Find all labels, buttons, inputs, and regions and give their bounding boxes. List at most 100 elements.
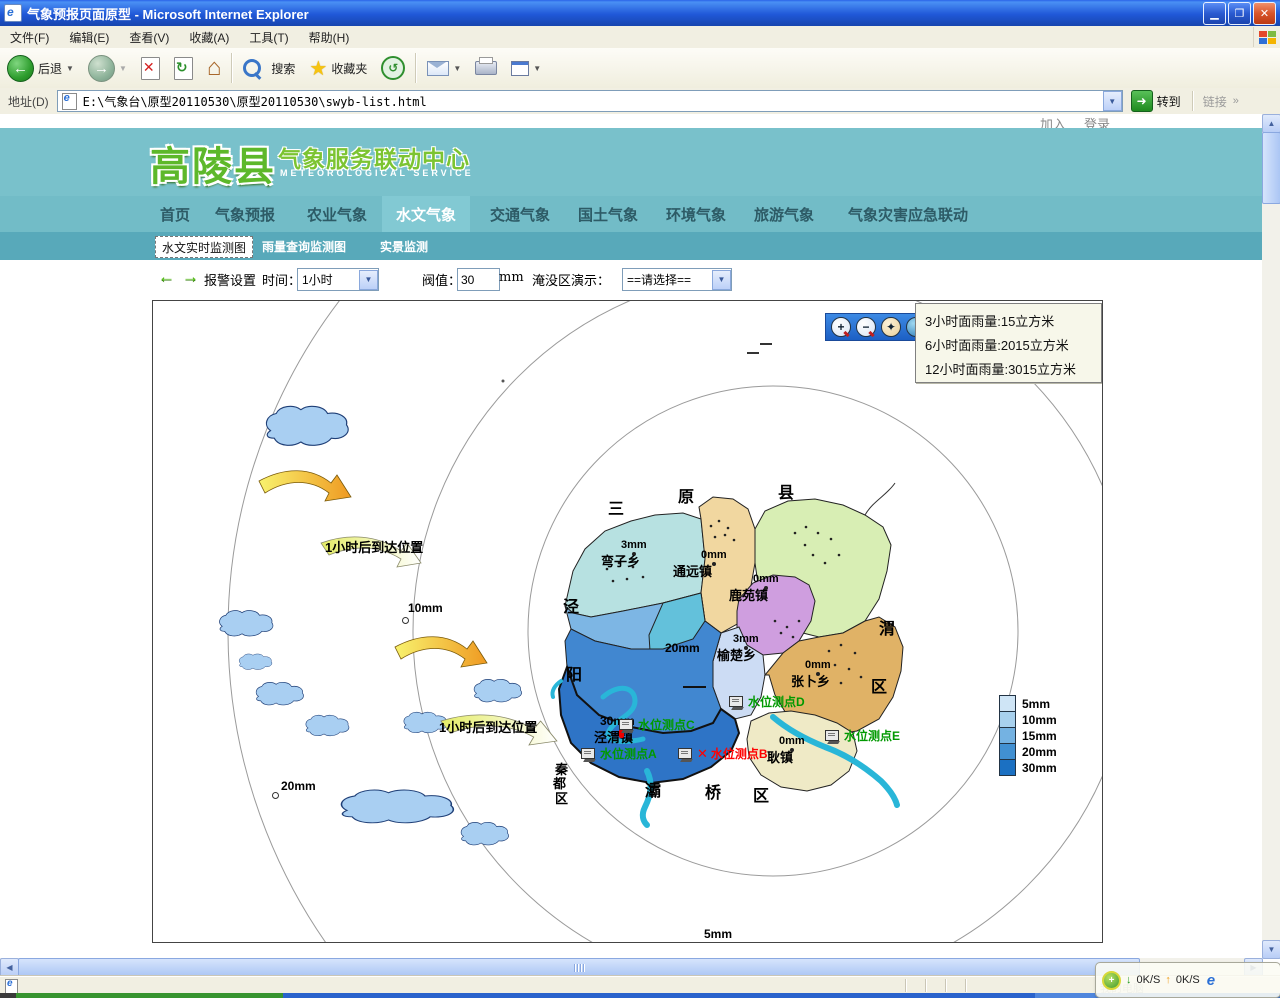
vscroll-thumb[interactable] bbox=[1262, 132, 1280, 204]
ie-toolbar: ← 后退 ▼ → ▼ ✕ ↻ ⌂ 搜索 ★ 收藏夹 ↺ ▼ ▼ bbox=[0, 48, 1280, 89]
home-button[interactable]: ⌂ bbox=[200, 50, 229, 86]
tab-rain-query-map[interactable]: 雨量查询监测图 bbox=[262, 236, 346, 256]
district-yuchuxiang: 榆楚乡 bbox=[717, 645, 756, 664]
address-dropdown-icon[interactable]: ▼ bbox=[1103, 91, 1122, 111]
menu-view[interactable]: 查看(V) bbox=[119, 26, 179, 48]
document-icon: e bbox=[5, 979, 18, 994]
menu-favorites[interactable]: 收藏(A) bbox=[179, 26, 239, 48]
rainfall-6h: 6小时面雨量:2015立方米 bbox=[925, 335, 1069, 354]
forward-dropdown-icon: ▼ bbox=[119, 64, 127, 73]
tab-live-view[interactable]: 实景监测 bbox=[380, 236, 428, 256]
legend-swatch bbox=[999, 759, 1016, 776]
forward-button[interactable]: → ▼ bbox=[81, 50, 134, 86]
station-E[interactable]: 水位测点E bbox=[825, 727, 900, 744]
search-button[interactable]: 搜索 bbox=[236, 50, 302, 86]
history-button[interactable]: ↺ bbox=[374, 50, 412, 86]
arrival-label-1: 1小时后到达位置 bbox=[325, 537, 423, 556]
time-label: 时间： bbox=[262, 270, 301, 289]
next-arrow-icon[interactable]: → bbox=[182, 267, 199, 287]
close-button[interactable]: ✕ bbox=[1253, 2, 1276, 25]
nav-disaster-emergency[interactable]: 气象灾害应急联动 bbox=[848, 196, 968, 232]
threshold-input[interactable] bbox=[457, 268, 500, 291]
scroll-up-icon[interactable]: ▲ bbox=[1262, 114, 1280, 133]
vertical-scrollbar[interactable]: ▲ ▼ bbox=[1262, 114, 1280, 958]
stop-button[interactable]: ✕ bbox=[134, 50, 167, 86]
monitor-icon bbox=[581, 748, 597, 762]
print-button[interactable] bbox=[468, 50, 504, 86]
district-luyuanzhen: 鹿苑镇 bbox=[729, 585, 768, 604]
tab-realtime-monitor-map[interactable]: 水文实时监测图 bbox=[155, 236, 253, 258]
mail-dropdown-icon[interactable]: ▼ bbox=[453, 64, 461, 73]
station-D[interactable]: 水位测点D bbox=[729, 693, 805, 710]
filter-controls: ← → 报警设置 时间： 1小时 ▼ 阀值： mm 淹没区演示： ==请选择==… bbox=[0, 260, 1262, 300]
zoom-in-icon[interactable]: + bbox=[831, 317, 851, 337]
scroll-down-icon[interactable]: ▼ bbox=[1262, 940, 1280, 959]
refresh-button[interactable]: ↻ bbox=[167, 50, 200, 86]
edit-button[interactable]: ▼ bbox=[504, 50, 548, 86]
links-chevron-icon[interactable]: » bbox=[1233, 95, 1245, 107]
scroll-left-icon[interactable]: ◀ bbox=[0, 958, 19, 977]
mail-button[interactable]: ▼ bbox=[420, 50, 468, 86]
time-select-arrow-icon[interactable]: ▼ bbox=[359, 270, 378, 290]
site-logo-county: 高陵县 bbox=[150, 134, 276, 192]
arrival-label-2: 1小时后到达位置 bbox=[439, 717, 537, 736]
nav-hydrology[interactable]: 水文气象 bbox=[382, 196, 470, 232]
contour-label-20mm: 20mm bbox=[281, 779, 316, 793]
nav-home[interactable]: 首页 bbox=[160, 196, 190, 232]
download-manager-icon[interactable]: + bbox=[1102, 971, 1121, 990]
nav-agriculture[interactable]: 农业气象 bbox=[307, 196, 367, 232]
contour-label-20mm-inner: 20mm bbox=[665, 641, 700, 655]
hydrology-map[interactable]: 10mm 20mm 5mm 20mm 1小时后到达位置 1小时后到达位置 3mm… bbox=[152, 300, 1103, 943]
neighbor-label: 三 bbox=[608, 495, 624, 519]
statusbar-separator bbox=[945, 979, 947, 992]
minimize-button[interactable]: ▁ bbox=[1203, 2, 1226, 25]
address-separator bbox=[1192, 91, 1194, 111]
hscroll-thumb[interactable] bbox=[18, 958, 1140, 977]
station-B[interactable]: ✕ 水位测点B bbox=[678, 745, 768, 762]
neighbor-label: 区 bbox=[555, 788, 568, 807]
flood-demo-select[interactable]: ==请选择== ▼ bbox=[622, 268, 732, 291]
back-button[interactable]: ← 后退 ▼ bbox=[0, 50, 81, 86]
taskbar-edge bbox=[0, 993, 1280, 998]
edit-dropdown-icon[interactable]: ▼ bbox=[533, 64, 541, 73]
legend-label: 20mm bbox=[1022, 745, 1057, 759]
nav-land[interactable]: 国土气象 bbox=[578, 196, 638, 232]
menu-tools[interactable]: 工具(T) bbox=[239, 26, 298, 48]
ie-tray-icon[interactable]: e bbox=[1207, 972, 1215, 989]
menu-help[interactable]: 帮助(H) bbox=[299, 26, 360, 48]
star-icon: ★ bbox=[309, 56, 327, 81]
go-arrow-icon: ➜ bbox=[1131, 90, 1153, 112]
taskbar-corner bbox=[0, 993, 16, 998]
nav-traffic[interactable]: 交通气象 bbox=[490, 196, 550, 232]
menu-edit[interactable]: 编辑(E) bbox=[59, 26, 119, 48]
contour-dot bbox=[402, 617, 409, 624]
nav-environment[interactable]: 环境气象 bbox=[666, 196, 726, 232]
flood-select-arrow-icon[interactable]: ▼ bbox=[712, 270, 731, 290]
favorites-button[interactable]: ★ 收藏夹 bbox=[302, 50, 374, 86]
back-dropdown-icon[interactable]: ▼ bbox=[66, 64, 74, 73]
threshold-unit: mm bbox=[499, 270, 524, 285]
station-C[interactable]: 水位测点C bbox=[619, 716, 695, 733]
neighbor-label: 原 bbox=[678, 483, 694, 507]
address-input[interactable] bbox=[81, 93, 1103, 109]
pan-hand-icon[interactable]: ✦ bbox=[881, 317, 901, 337]
monitor-icon bbox=[825, 730, 841, 744]
windows-logo-icon bbox=[1253, 27, 1280, 47]
prev-arrow-icon[interactable]: ← bbox=[158, 267, 175, 287]
menu-file[interactable]: 文件(F) bbox=[0, 26, 59, 48]
go-button[interactable]: ➜ 转到 bbox=[1123, 90, 1189, 112]
sub-nav: 水文实时监测图 雨量查询监测图 实景监测 bbox=[0, 232, 1262, 260]
zoom-out-icon[interactable]: − bbox=[856, 317, 876, 337]
station-A[interactable]: 水位测点A bbox=[581, 745, 657, 762]
window-titlebar: e 气象预报页面原型 - Microsoft Internet Explorer… bbox=[0, 0, 1280, 26]
address-input-box[interactable]: e ▼ bbox=[57, 90, 1123, 112]
horizontal-scrollbar[interactable]: ◀ ▶ bbox=[0, 958, 1262, 976]
address-bar: 地址(D) e ▼ ➜ 转到 链接 » bbox=[0, 88, 1280, 115]
legend-label: 15mm bbox=[1022, 729, 1057, 743]
down-arrow-icon: ↓ bbox=[1126, 974, 1132, 986]
nav-tourism[interactable]: 旅游气象 bbox=[754, 196, 814, 232]
restore-button[interactable]: ❐ bbox=[1228, 2, 1251, 25]
links-label[interactable]: 链接 bbox=[1197, 93, 1233, 110]
time-select[interactable]: 1小时 ▼ bbox=[297, 268, 379, 291]
nav-weather-forecast[interactable]: 气象预报 bbox=[215, 196, 275, 232]
